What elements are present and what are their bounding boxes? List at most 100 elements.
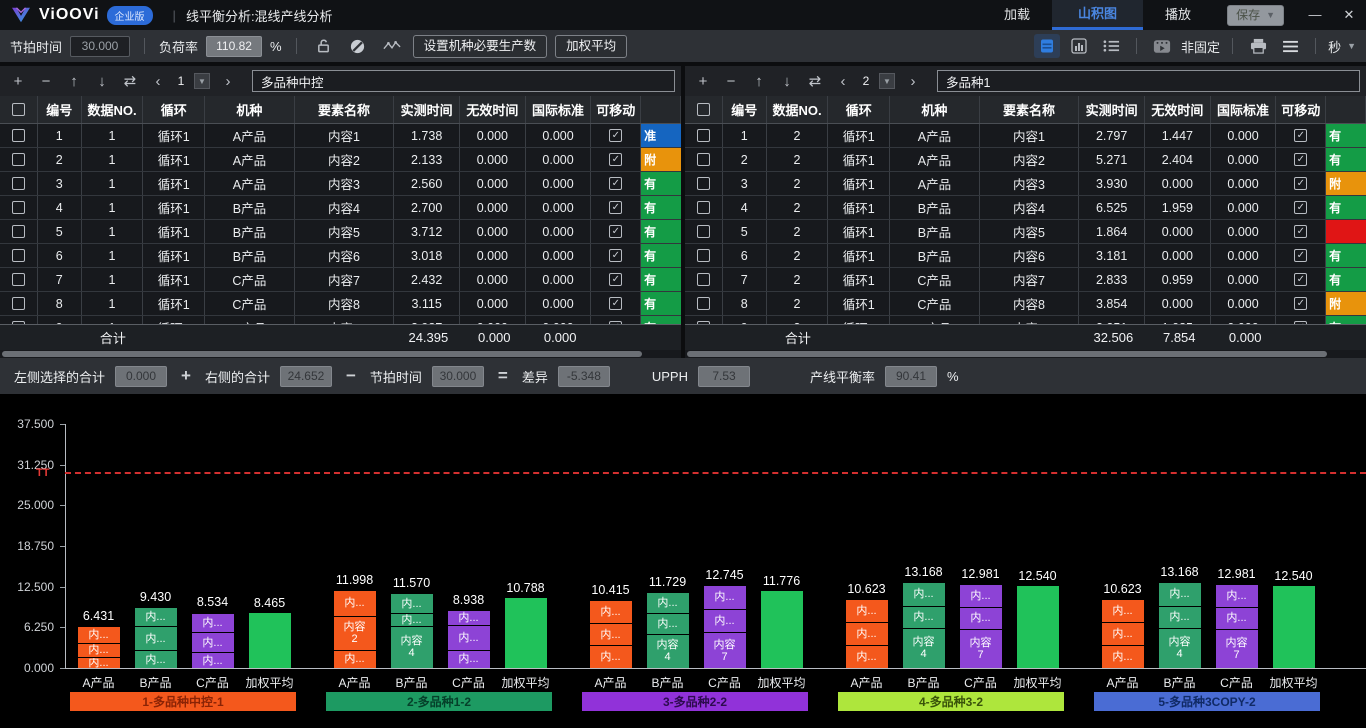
movable-checkbox[interactable]: ✓ [609, 297, 622, 310]
row-checkbox[interactable] [12, 153, 25, 166]
table-row[interactable]: 52循环1B产品内容51.8640.0000.000✓ [685, 220, 1366, 244]
set-required-production-button[interactable]: 设置机种必要生产数 [413, 35, 548, 58]
prev-page-button[interactable]: ‹ [146, 73, 170, 90]
stacked-bar[interactable]: 9.430内...内...内... [135, 607, 177, 668]
movable-checkbox[interactable]: ✓ [1294, 249, 1307, 262]
next-page-button[interactable]: › [216, 73, 240, 90]
movable-checkbox[interactable]: ✓ [1294, 225, 1307, 238]
menu-load[interactable]: 加载 [982, 0, 1052, 30]
horizontal-scrollbar[interactable] [0, 350, 681, 358]
stacked-bar[interactable]: 11.776 [761, 591, 803, 668]
unit-caret-icon[interactable]: ▼ [1347, 41, 1356, 51]
menu-play[interactable]: 播放 [1143, 0, 1213, 30]
stacked-bar[interactable]: 11.570内容 4内...内... [391, 593, 433, 668]
select-all-checkbox[interactable] [697, 103, 710, 116]
table-row[interactable]: 71循环1C产品内容72.4320.0000.000✓有 [0, 268, 681, 292]
prev-page-button[interactable]: ‹ [831, 73, 855, 90]
stacked-bar[interactable]: 8.534内...内...内... [192, 612, 234, 668]
stacked-bar[interactable]: 10.415内...内...内... [590, 600, 632, 668]
load-rate-input[interactable] [206, 36, 262, 57]
move-down-button[interactable]: ↓ [775, 73, 799, 90]
unlock-icon[interactable] [311, 34, 337, 58]
row-checkbox[interactable] [697, 201, 710, 214]
row-checkbox[interactable] [12, 177, 25, 190]
group-band-label[interactable]: 4-多品种3-2 [838, 692, 1064, 711]
movable-checkbox[interactable]: ✓ [1294, 273, 1307, 286]
row-checkbox[interactable] [12, 297, 25, 310]
swap-button[interactable]: ⇄ [118, 72, 142, 90]
movable-checkbox[interactable]: ✓ [1294, 201, 1307, 214]
view-stacked-icon[interactable] [1034, 34, 1060, 58]
row-checkbox[interactable] [12, 249, 25, 262]
horizontal-scrollbar[interactable] [685, 350, 1366, 358]
scrollbar-thumb[interactable] [2, 351, 642, 357]
table-row[interactable]: 62循环1B产品内容63.1810.0000.000✓有 [685, 244, 1366, 268]
minimize-button[interactable]: — [1298, 0, 1332, 30]
movable-checkbox[interactable]: ✓ [609, 273, 622, 286]
tab-mountain-chart[interactable]: 山积图 [1052, 0, 1143, 30]
scrollbar-thumb[interactable] [687, 351, 1327, 357]
stacked-bar[interactable]: 8.938内...内...内... [448, 610, 490, 668]
row-checkbox[interactable] [12, 201, 25, 214]
movable-checkbox[interactable]: ✓ [609, 225, 622, 238]
stacked-bar[interactable]: 13.168内容 4内...内... [1159, 582, 1201, 668]
stacked-bar[interactable]: 8.465 [249, 613, 291, 668]
stacked-bar[interactable]: 12.745内容 7内...内... [704, 585, 746, 668]
time-unit-label[interactable]: 秒 [1328, 37, 1341, 56]
stacked-bar[interactable]: 12.981内容 7内...内... [1216, 584, 1258, 668]
movable-checkbox[interactable]: ✓ [1294, 297, 1307, 310]
remove-row-button[interactable]: − [719, 73, 743, 90]
group-band-label[interactable]: 5-多品种3COPY-2 [1094, 692, 1320, 711]
menu-icon[interactable] [1277, 34, 1303, 58]
page-dropdown[interactable]: ▼ [194, 73, 210, 89]
row-checkbox[interactable] [697, 273, 710, 286]
add-row-button[interactable]: + [6, 73, 30, 90]
stacked-bar[interactable]: 10.788 [505, 598, 547, 668]
row-checkbox[interactable] [697, 129, 710, 142]
no-edit-icon[interactable] [345, 34, 371, 58]
group-band-label[interactable]: 1-多品种中控-1 [70, 692, 296, 711]
stacked-bar[interactable]: 13.168内容 4内...内... [903, 582, 945, 668]
close-button[interactable]: ✕ [1332, 0, 1366, 30]
dataset-name-input[interactable] [252, 70, 675, 92]
table-row[interactable]: 31循环1A产品内容32.5600.0000.000✓有 [0, 172, 681, 196]
takt-time-input[interactable] [70, 36, 130, 57]
stacked-bar[interactable]: 12.540 [1273, 586, 1315, 668]
move-down-button[interactable]: ↓ [90, 73, 114, 90]
dataset-name-input[interactable] [937, 70, 1360, 92]
movable-checkbox[interactable]: ✓ [609, 177, 622, 190]
view-barchart-icon[interactable] [1066, 34, 1092, 58]
next-page-button[interactable]: › [901, 73, 925, 90]
view-list-icon[interactable] [1098, 34, 1124, 58]
stacked-bar[interactable]: 12.540 [1017, 586, 1059, 668]
select-all-checkbox[interactable] [12, 103, 25, 116]
movable-checkbox[interactable]: ✓ [609, 249, 622, 262]
row-checkbox[interactable] [697, 153, 710, 166]
row-checkbox[interactable] [697, 249, 710, 262]
add-row-button[interactable]: + [691, 73, 715, 90]
movable-checkbox[interactable]: ✓ [609, 129, 622, 142]
stacked-bar[interactable]: 11.729内容 4内...内... [647, 592, 689, 668]
group-band-label[interactable]: 2-多品种1-2 [326, 692, 552, 711]
table-row[interactable]: 32循环1A产品内容33.9300.0000.000✓附 [685, 172, 1366, 196]
stacked-bar[interactable]: 10.623内...内...内... [846, 599, 888, 668]
movable-checkbox[interactable]: ✓ [1294, 129, 1307, 142]
table-row[interactable]: 92循环1C产品内容92.2511.0850.000✓有 [685, 316, 1366, 324]
waveform-icon[interactable] [379, 34, 405, 58]
table-row[interactable]: 12循环1A产品内容12.7971.4470.000✓有 [685, 124, 1366, 148]
table-row[interactable]: 81循环1C产品内容83.1150.0000.000✓有 [0, 292, 681, 316]
page-dropdown[interactable]: ▼ [879, 73, 895, 89]
table-row[interactable]: 72循环1C产品内容72.8330.9590.000✓有 [685, 268, 1366, 292]
table-row[interactable]: 21循环1A产品内容22.1330.0000.000✓附 [0, 148, 681, 172]
group-band-label[interactable]: 3-多品种2-2 [582, 692, 808, 711]
row-checkbox[interactable] [697, 297, 710, 310]
row-checkbox[interactable] [12, 225, 25, 238]
fixed-mode-label[interactable]: 非固定 [1181, 37, 1220, 56]
table-row[interactable]: 51循环1B产品内容53.7120.0000.000✓有 [0, 220, 681, 244]
stacked-bar[interactable]: 6.431内...内...内... [78, 626, 120, 668]
table-row[interactable]: 82循环1C产品内容83.8540.0000.000✓附 [685, 292, 1366, 316]
table-row[interactable]: 42循环1B产品内容46.5251.9590.000✓有 [685, 196, 1366, 220]
table-row[interactable]: 22循环1A产品内容25.2712.4040.000✓有 [685, 148, 1366, 172]
movable-checkbox[interactable]: ✓ [1294, 153, 1307, 166]
table-row[interactable]: 91循环1C产品内容92.9870.0000.000✓有 [0, 316, 681, 324]
